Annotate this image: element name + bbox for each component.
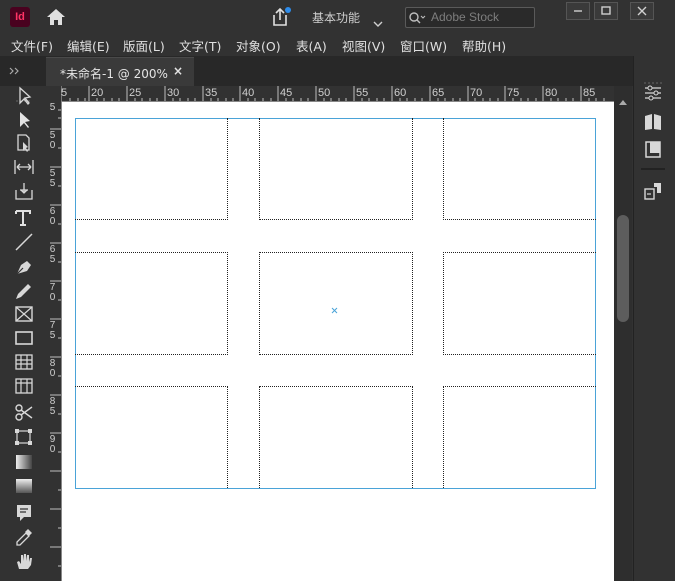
empty-frame[interactable] bbox=[443, 252, 596, 355]
ruler-h-label: 75 bbox=[507, 87, 520, 99]
ruler-h-label: 5 bbox=[61, 87, 68, 99]
maximize-button[interactable] bbox=[594, 2, 618, 20]
layers-icon[interactable] bbox=[642, 139, 664, 159]
hand-tool-icon[interactable] bbox=[12, 551, 36, 571]
ruler-h-label: 60 bbox=[394, 87, 407, 99]
rectangle-tool-icon[interactable] bbox=[12, 328, 36, 348]
ruler-h-label: 25 bbox=[129, 87, 142, 99]
search-placeholder: Adobe Stock bbox=[431, 10, 500, 24]
home-icon[interactable] bbox=[44, 7, 68, 27]
gap-tool-icon[interactable] bbox=[12, 157, 36, 177]
empty-frame[interactable] bbox=[443, 386, 596, 488]
menu-file[interactable]: 文件(F) bbox=[11, 36, 53, 55]
menu-type[interactable]: 文字(T) bbox=[179, 36, 221, 55]
ruler-v-label: 70 bbox=[49, 282, 56, 303]
close-window-button[interactable] bbox=[630, 2, 654, 20]
minimize-button[interactable] bbox=[566, 2, 590, 20]
ruler-v-label: 65 bbox=[49, 244, 56, 265]
pages-icon[interactable] bbox=[642, 112, 664, 132]
type-tool-icon[interactable] bbox=[12, 208, 36, 228]
menu-help[interactable]: 帮助(H) bbox=[462, 36, 506, 55]
gradient-feather-tool-icon[interactable] bbox=[12, 476, 36, 496]
table-tool-icon[interactable] bbox=[12, 352, 36, 372]
ruler-h-label: 45 bbox=[280, 87, 293, 99]
pencil-tool-icon[interactable] bbox=[12, 281, 36, 301]
empty-frame[interactable] bbox=[75, 252, 228, 355]
empty-frame[interactable] bbox=[443, 118, 596, 220]
collapse-toolbar-icon[interactable] bbox=[8, 60, 20, 79]
ruler-v-label: 80 bbox=[49, 358, 56, 379]
document-page[interactable] bbox=[75, 118, 596, 489]
close-icon[interactable]: × bbox=[173, 64, 183, 78]
rectangle-frame-tool-icon[interactable] bbox=[12, 304, 36, 324]
ruler-h-label: 35 bbox=[205, 87, 218, 99]
links-icon[interactable] bbox=[642, 181, 664, 201]
app-logo: Id bbox=[10, 7, 30, 27]
menu-table[interactable]: 表(A) bbox=[296, 36, 327, 55]
ruler-v-label: 85 bbox=[49, 396, 56, 417]
menu-object[interactable]: 对象(O) bbox=[236, 36, 281, 55]
empty-frame[interactable] bbox=[259, 386, 413, 488]
vertical-ruler[interactable]: 5 50 55 60 65 70 75 80 85 90 bbox=[46, 101, 62, 581]
ruler-h-label: 30 bbox=[167, 87, 180, 99]
line-tool-icon[interactable] bbox=[12, 232, 36, 252]
menu-view[interactable]: 视图(V) bbox=[342, 36, 385, 55]
empty-frame[interactable] bbox=[75, 118, 228, 220]
menu-edit[interactable]: 编辑(E) bbox=[67, 36, 110, 55]
eyedropper-tool-icon[interactable] bbox=[12, 527, 36, 547]
empty-frame[interactable] bbox=[75, 386, 228, 488]
empty-frame[interactable] bbox=[259, 118, 413, 220]
menu-layout[interactable]: 版面(L) bbox=[123, 36, 165, 55]
scrollbar-thumb[interactable] bbox=[617, 215, 629, 322]
ruler-h-label: 85 bbox=[583, 87, 596, 99]
page-tool-icon[interactable] bbox=[12, 133, 36, 153]
search-icon bbox=[408, 10, 426, 24]
direct-selection-tool-icon[interactable] bbox=[12, 110, 36, 130]
panel-grip[interactable] bbox=[642, 70, 664, 84]
gradient-swatch-tool-icon[interactable] bbox=[12, 452, 36, 472]
chevron-down-icon[interactable] bbox=[373, 13, 383, 27]
scissors-tool-icon[interactable] bbox=[12, 403, 36, 423]
content-collector-icon[interactable] bbox=[12, 181, 36, 201]
panel-divider bbox=[641, 168, 665, 170]
horizontal-ruler[interactable]: 5 20 25 30 35 40 45 50 55 60 65 70 75 80… bbox=[61, 86, 614, 102]
share-icon[interactable] bbox=[268, 7, 292, 27]
properties-icon[interactable] bbox=[642, 83, 664, 103]
ruler-v-label: 90 bbox=[49, 434, 56, 455]
ruler-origin[interactable] bbox=[46, 86, 62, 102]
ruler-v-label: 55 bbox=[49, 168, 56, 189]
pen-tool-icon[interactable] bbox=[12, 257, 36, 277]
ruler-h-label: 40 bbox=[242, 87, 255, 99]
vertical-scrollbar[interactable] bbox=[614, 86, 632, 581]
note-tool-icon[interactable] bbox=[12, 503, 36, 523]
center-point-marker bbox=[331, 299, 338, 314]
workspace-switcher[interactable]: 基本功能 bbox=[312, 9, 360, 26]
ruler-h-label: 20 bbox=[91, 87, 104, 99]
panel-dock bbox=[633, 56, 675, 581]
selection-tool-icon[interactable] bbox=[12, 86, 36, 106]
ruler-h-label: 55 bbox=[356, 87, 369, 99]
ruler-v-label: 5 bbox=[49, 102, 56, 113]
menu-window[interactable]: 窗口(W) bbox=[400, 36, 447, 55]
scroll-up-icon[interactable] bbox=[619, 90, 627, 105]
ruler-v-label: 60 bbox=[49, 206, 56, 227]
free-transform-tool-icon[interactable] bbox=[12, 427, 36, 447]
ruler-h-label: 80 bbox=[545, 87, 558, 99]
ruler-h-label: 50 bbox=[318, 87, 331, 99]
ruler-v-label: 75 bbox=[49, 320, 56, 341]
ruler-h-label: 70 bbox=[470, 87, 483, 99]
grid-tool-icon[interactable] bbox=[12, 376, 36, 396]
document-tab-label: *未命名-1 @ 200% bbox=[60, 67, 168, 81]
ruler-h-label: 65 bbox=[432, 87, 445, 99]
ruler-v-label: 50 bbox=[49, 130, 56, 151]
